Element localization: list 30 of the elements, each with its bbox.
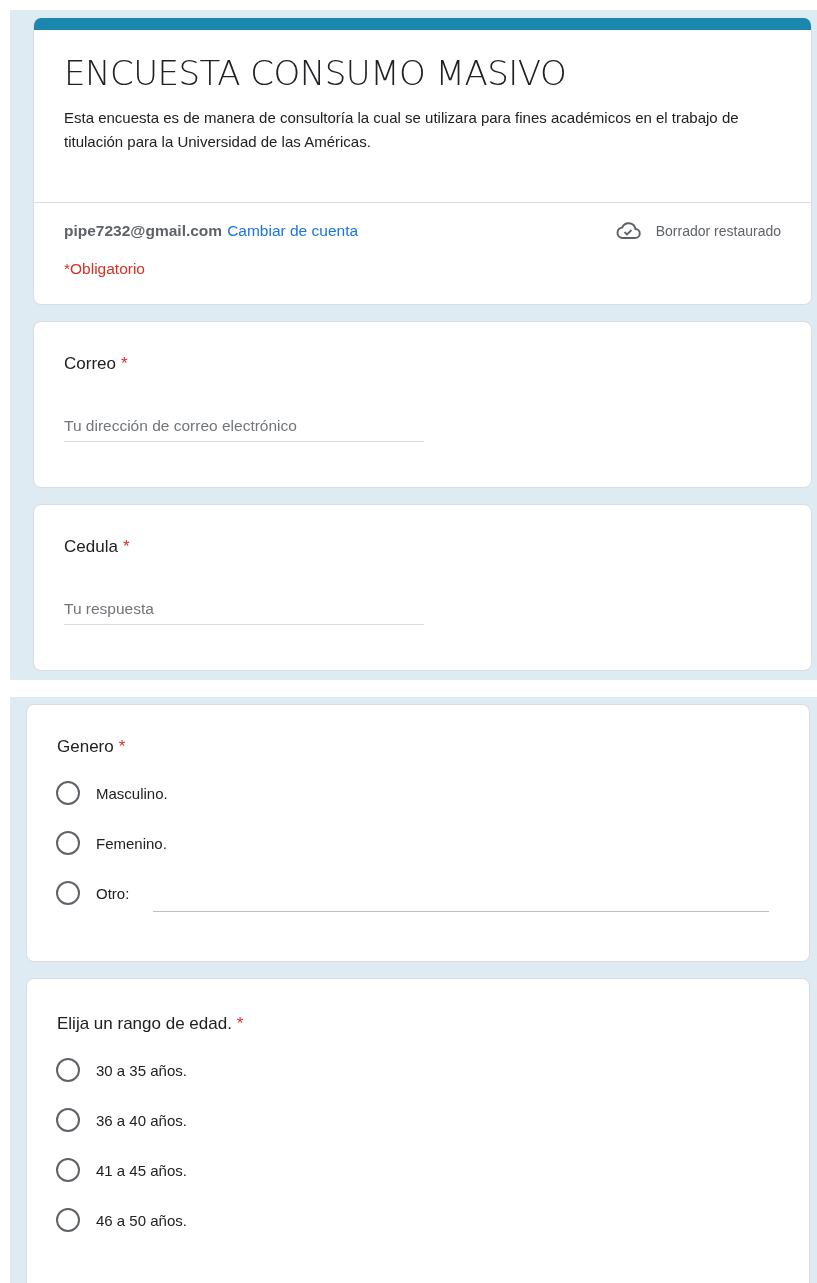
required-mark: * — [120, 354, 128, 374]
required-note: *Obligatorio — [64, 260, 146, 278]
option-label: 46 a 50 años. — [96, 1211, 187, 1229]
account-email: pipe7232@gmail.com — [64, 222, 223, 240]
radio-button[interactable] — [56, 881, 80, 905]
option-label: Femenino. — [96, 834, 167, 852]
form-description: Esta encuesta es de manera de consultoría la cual se utilizara para fines académicos en el trabajo de titulación para la Universidad de las Américas. — [64, 108, 740, 152]
option-label: Masculino. — [96, 784, 168, 802]
question-title: Cedula — [64, 537, 118, 557]
question-title: Genero — [57, 737, 114, 757]
radio-button[interactable] — [56, 1058, 80, 1082]
switch-account-link[interactable]: Cambiar de cuenta — [227, 222, 359, 240]
option-label: Otro: — [96, 884, 130, 902]
answer-field[interactable]: Tu dirección de correo electrónico — [64, 417, 424, 442]
form-title: ENCUESTA CONSUMO MASIVO — [64, 52, 568, 94]
radio-button[interactable] — [56, 831, 80, 855]
radio-button[interactable] — [56, 1108, 80, 1132]
radio-button[interactable] — [56, 781, 80, 805]
cloud-check-icon — [614, 221, 641, 241]
required-mark: * — [122, 537, 130, 557]
draft-status: Borrador restaurado — [655, 223, 781, 239]
option-label: 41 a 45 años. — [96, 1161, 187, 1179]
option-label: 36 a 40 años. — [96, 1111, 187, 1129]
required-mark: * — [118, 737, 126, 757]
radio-button[interactable] — [56, 1158, 80, 1182]
question-title: Elija un rango de edad. — [57, 1014, 232, 1034]
question-title: Correo — [64, 354, 116, 374]
option-label: 30 a 35 años. — [96, 1061, 187, 1079]
radio-button[interactable] — [56, 1208, 80, 1232]
required-mark: * — [236, 1014, 244, 1034]
